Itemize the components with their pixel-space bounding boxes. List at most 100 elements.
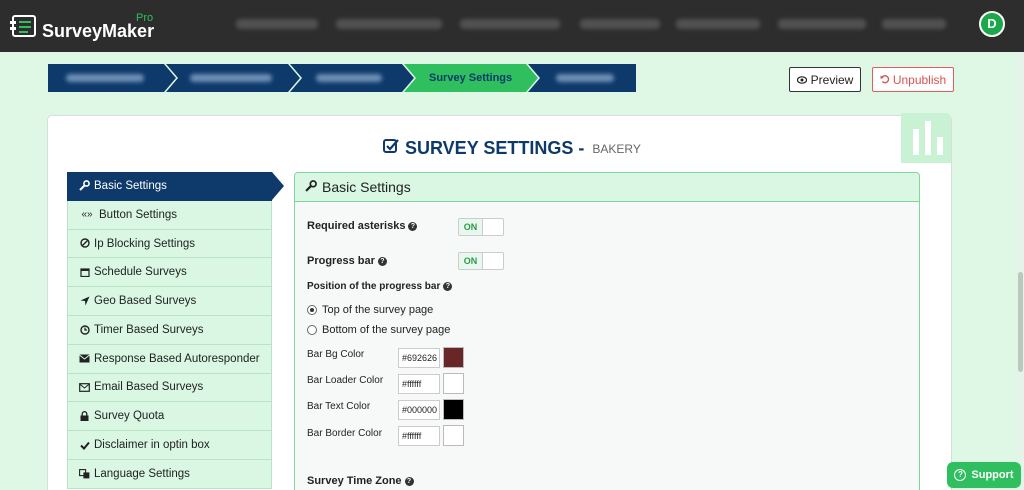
wrench-icon [79,180,90,192]
user-avatar[interactable]: D [979,11,1005,37]
unpublish-label: Unpublish [892,72,947,87]
nav-item-6[interactable] [778,19,866,29]
progress-position-text: Position of the progress bar [307,281,441,292]
nav-item-2[interactable] [336,19,442,29]
step-3[interactable] [316,74,382,82]
help-icon[interactable]: ? [377,257,387,266]
help-circle-icon: ? [954,469,967,481]
bar-border-color-input[interactable]: #ffffff [398,426,440,446]
sidebar-item-autoresponder[interactable]: Response Based Autoresponder [67,344,272,374]
support-label: Support [971,469,1014,481]
bar-bg-color-label: Bar Bg Color [307,349,365,360]
nav-item-5[interactable] [676,19,760,29]
ban-icon [79,238,90,249]
progress-position-label: Position of the progress bar? [307,281,453,292]
sidebar-item-label: Basic Settings [94,179,167,192]
envelope-icon [79,353,90,364]
sidebar-item-geo-based[interactable]: Geo Based Surveys [67,287,272,316]
sidebar-item-ip-blocking[interactable]: Ip Blocking Settings [67,229,272,259]
bar-bg-color-swatch[interactable] [443,347,464,368]
sidebar-item-label: Button Settings [99,208,177,221]
sidebar-item-label: Survey Quota [94,410,165,423]
sidebar-item-email-based[interactable]: Email Based Surveys [67,373,272,403]
bar-loader-color-swatch[interactable] [443,373,464,394]
nav-item-1[interactable] [236,19,318,29]
survey-stepper: Survey Settings [48,64,636,92]
undo-icon [880,73,890,87]
survey-time-zone-label: Survey Time Zone? [307,475,414,487]
sidebar-item-schedule-surveys[interactable]: Schedule Surveys [67,258,272,288]
radio-top-label[interactable]: Top of the survey page [322,304,433,316]
calendar-icon [79,267,90,278]
progress-bar-text: Progress bar [307,255,375,267]
sidebar-item-disclaimer[interactable]: Disclaimer in optin box [67,431,272,460]
radio-bottom-label[interactable]: Bottom of the survey page [322,324,450,336]
preview-button[interactable]: Preview [789,67,861,92]
sidebar-item-button-settings[interactable]: «» Button Settings [67,200,272,230]
bar-bg-color-input[interactable]: #692626 [398,348,440,368]
double-chevron-icon: «» [81,208,93,220]
page-title-text: SURVEY SETTINGS - [405,138,585,158]
nav-item-4[interactable] [580,19,660,29]
step-1[interactable] [66,74,144,82]
lock-icon [79,411,90,422]
step-survey-settings[interactable]: Survey Settings [429,72,512,84]
brand-pro-tag: Pro [136,12,154,24]
toggle-state: ON [459,253,483,269]
required-asterisks-text: Required asterisks [307,220,406,232]
toggle-state: ON [459,219,483,235]
language-icon [79,468,90,479]
support-button[interactable]: ? Support [947,462,1021,488]
scrollbar-thumb[interactable] [1018,272,1023,372]
help-icon[interactable]: ? [408,222,418,231]
step-5[interactable] [556,74,614,82]
brand-name[interactable]: SurveyMaker [42,21,154,42]
sidebar-item-label: Geo Based Surveys [94,295,197,308]
location-arrow-icon [79,296,90,307]
nav-item-3[interactable] [460,19,560,29]
sidebar-item-language-settings[interactable]: Language Settings [67,459,272,489]
radio-bottom-of-page[interactable] [307,325,317,335]
check-icon [79,440,90,451]
sidebar-item-label: Language Settings [94,467,190,480]
page-scrollbar[interactable] [1017,52,1024,490]
survey-time-zone-text: Survey Time Zone [307,475,402,487]
panel-title: Basic Settings [322,179,411,195]
bar-text-color-swatch[interactable] [443,399,464,420]
bar-border-color-swatch[interactable] [443,425,464,446]
eye-icon [796,73,807,87]
sidebar-item-timer-based[interactable]: Timer Based Surveys [67,315,272,345]
bar-loader-color-input[interactable]: #ffffff [398,374,440,394]
survey-name: BAKERY [592,141,641,156]
sidebar-item-label: Timer Based Surveys [94,323,204,336]
clock-icon [79,324,90,335]
settings-sidebar: Basic Settings «» Button Settings Ip Blo… [67,172,272,489]
step-2[interactable] [190,74,272,82]
bar-loader-color-label: Bar Loader Color [307,375,384,386]
sidebar-item-basic-settings[interactable]: Basic Settings [67,172,272,201]
top-navbar: SurveyMaker Pro D [0,0,1024,52]
help-icon[interactable]: ? [443,282,453,291]
radio-top-of-page[interactable] [307,305,317,315]
bar-text-color-input[interactable]: #000000 [398,400,440,420]
checkbox-checked-icon [383,138,399,159]
sidebar-item-label: Schedule Surveys [94,266,187,279]
sidebar-item-survey-quota[interactable]: Survey Quota [67,402,272,432]
envelope-outline-icon [79,382,90,393]
active-item-arrow [272,172,284,200]
page-title: SURVEY SETTINGS - BAKERY [383,138,641,159]
bar-text-color-label: Bar Text Color [307,401,371,412]
survey-logo-icon [10,15,36,37]
progress-bar-label: Progress bar? [307,255,387,267]
sidebar-item-label: Response Based Autoresponder [94,352,260,365]
help-icon[interactable]: ? [404,477,414,486]
bar-chart-decoration-icon [901,113,951,163]
progress-bar-toggle[interactable]: ON [458,252,504,270]
preview-label: Preview [810,72,854,87]
sidebar-item-label: Disclaimer in optin box [94,439,210,452]
required-asterisks-toggle[interactable]: ON [458,218,504,236]
panel-header: Basic Settings [295,173,919,202]
nav-item-7[interactable] [882,19,946,29]
unpublish-button[interactable]: Unpublish [872,67,954,92]
sidebar-item-label: Ip Blocking Settings [94,237,196,250]
